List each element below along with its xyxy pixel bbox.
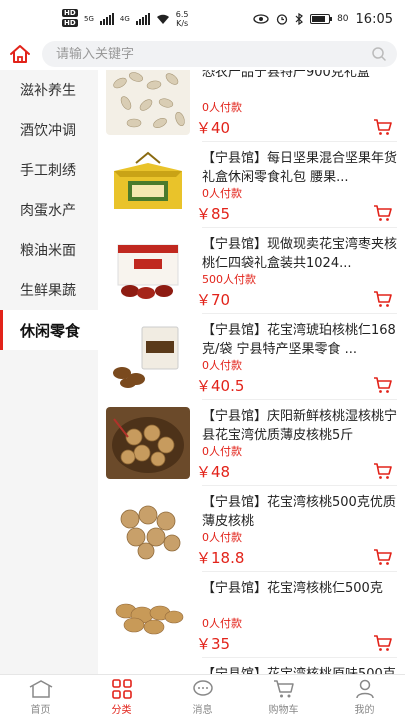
product-price: ￥85 — [196, 205, 231, 223]
main-area: 滋补养生 酒饮冲调 手工刺绣 肉蛋水产 粮油米面 生鲜果蔬 休闲零食 恐农产品宁… — [0, 70, 405, 674]
add-to-cart-icon[interactable] — [373, 376, 393, 394]
product-item[interactable]: 【宁县馆】花宝湾琥珀核桃仁168克/袋 宁县特产坚果零食 ... 0人付款 ￥4… — [98, 314, 405, 400]
product-title: 【宁县馆】花宝湾核桃500克优质薄皮核桃 — [202, 495, 396, 529]
product-image[interactable] — [106, 493, 190, 565]
product-image[interactable] — [106, 407, 190, 479]
network-type: 4G — [119, 15, 130, 23]
add-to-cart-icon[interactable] — [373, 204, 393, 222]
product-item[interactable]: 【宁县馆】花宝湾核桃500克优质薄皮核桃 0人付款 ￥18.8 — [98, 486, 405, 572]
category-item-active[interactable]: 休闲零食 — [0, 310, 98, 350]
category-item[interactable]: 肉蛋水产 — [0, 190, 98, 230]
search-row — [0, 38, 405, 70]
battery-icon — [310, 14, 333, 24]
search-icon[interactable] — [371, 46, 387, 62]
battery-level: 80 — [337, 14, 349, 24]
category-sidebar: 滋补养生 酒饮冲调 手工刺绣 肉蛋水产 粮油米面 生鲜果蔬 休闲零食 — [0, 70, 98, 674]
search-bar[interactable] — [42, 41, 397, 67]
category-item[interactable]: 粮油米面 — [0, 230, 98, 270]
cart-icon — [273, 680, 294, 698]
product-title: 【宁县馆】花宝湾核桃仁500克 — [202, 581, 383, 596]
tab-home[interactable]: 首页 — [0, 675, 81, 720]
bluetooth-icon — [295, 13, 304, 25]
product-image[interactable] — [106, 235, 190, 307]
category-item[interactable]: 滋补养生 — [0, 70, 98, 110]
product-item[interactable]: 恐农产品宁县特产900克礼盒 0人付款 ￥40 — [98, 70, 405, 142]
product-title: 【宁县馆】花宝湾琥珀核桃仁168克/袋 宁县特产坚果零食 ... — [202, 323, 396, 357]
product-list: 恐农产品宁县特产900克礼盒 0人付款 ￥40 【宁县馆】每日坚果混合坚果年货礼… — [98, 70, 405, 674]
hd-badge: HD — [62, 19, 78, 27]
tab-label: 首页 — [30, 705, 51, 716]
product-price: ￥40.5 — [196, 377, 245, 395]
product-sold-count: 0人付款 — [202, 101, 242, 114]
product-image[interactable] — [106, 149, 190, 221]
wifi-icon — [156, 14, 169, 24]
chat-bubble-icon — [192, 680, 213, 696]
home-icon — [29, 680, 52, 698]
product-price: ￥70 — [196, 291, 231, 309]
product-price: ￥35 — [196, 635, 231, 653]
tab-label: 分类 — [111, 705, 132, 716]
product-sold-count: 0人付款 — [202, 445, 242, 458]
tab-cart[interactable]: 购物车 — [243, 675, 324, 720]
product-sold-count: 0人付款 — [202, 531, 242, 544]
product-title: 【宁县馆】现做现卖花宝湾枣夹核桃仁四袋礼盒装共1024... — [202, 237, 397, 271]
tab-messages[interactable]: 消息 — [162, 675, 243, 720]
product-sold-count: 0人付款 — [202, 187, 242, 200]
network-speed: 6.5 K/s — [175, 10, 189, 28]
add-to-cart-icon[interactable] — [373, 634, 393, 652]
add-to-cart-icon[interactable] — [373, 462, 393, 480]
user-icon — [355, 679, 374, 699]
product-title: 【宁县馆】庆阳新鲜核桃湿核桃宁县花宝湾优质薄皮核桃5斤 — [202, 409, 397, 443]
signal-icon — [135, 13, 150, 25]
product-sold-count: 0人付款 — [202, 617, 242, 630]
tab-label: 我的 — [354, 705, 375, 716]
product-title: 【宁县馆】花宝湾核桃原味500克农家特产新货野生坚果零食 — [202, 665, 397, 674]
clock: 16:05 — [355, 11, 393, 27]
product-image[interactable] — [106, 579, 190, 651]
product-title: 恐农产品宁县特产900克礼盒 — [202, 70, 370, 80]
product-item[interactable]: 【宁县馆】庆阳新鲜核桃湿核桃宁县花宝湾优质薄皮核桃5斤 0人付款 ￥48 — [98, 400, 405, 486]
home-icon — [10, 45, 30, 63]
product-list-viewport[interactable]: 恐农产品宁县特产900克礼盒 0人付款 ￥40 【宁县馆】每日坚果混合坚果年货礼… — [98, 70, 405, 674]
product-sold-count: 0人付款 — [202, 359, 242, 372]
product-image[interactable] — [106, 70, 190, 135]
hd-indicators: HD HD — [62, 9, 78, 27]
hd-badge: HD — [62, 9, 78, 17]
tab-category[interactable]: 分类 — [81, 675, 162, 720]
bottom-tab-bar: 首页 分类 消息 购物车 我的 — [0, 674, 405, 720]
product-price: ￥18.8 — [196, 549, 245, 567]
category-item[interactable]: 酒饮冲调 — [0, 110, 98, 150]
category-item[interactable]: 手工刺绣 — [0, 150, 98, 190]
product-item[interactable]: 【宁县馆】每日坚果混合坚果年货礼盒休闲零食礼包 腰果... 0人付款 ￥85 — [98, 142, 405, 228]
grid-icon — [111, 679, 132, 699]
product-item[interactable]: 【宁县馆】现做现卖花宝湾枣夹核桃仁四袋礼盒装共1024... 500人付款 ￥7… — [98, 228, 405, 314]
network-type: 5G — [84, 15, 94, 23]
category-item[interactable]: 生鲜果蔬 — [0, 270, 98, 310]
product-price: ￥48 — [196, 463, 231, 481]
product-title: 【宁县馆】每日坚果混合坚果年货礼盒休闲零食礼包 腰果... — [202, 151, 397, 185]
battery-fill — [312, 16, 325, 22]
eye-icon — [253, 14, 269, 24]
add-to-cart-icon[interactable] — [373, 290, 393, 308]
tab-label: 消息 — [192, 705, 213, 716]
product-image[interactable] — [106, 321, 190, 393]
add-to-cart-icon[interactable] — [373, 548, 393, 566]
product-price: ￥40 — [196, 119, 231, 137]
product-item[interactable]: 【宁县馆】花宝湾核桃仁500克 0人付款 ￥35 — [98, 572, 405, 658]
signal-icon — [99, 13, 114, 25]
status-bar: HD HD 5G 4G 6.5 K/s 80 16:05 — [0, 0, 405, 38]
product-image[interactable] — [106, 665, 190, 674]
home-button[interactable] — [8, 42, 32, 66]
tab-label: 购物车 — [268, 705, 299, 716]
product-item[interactable]: 【宁县馆】花宝湾核桃原味500克农家特产新货野生坚果零食 — [98, 658, 405, 674]
tab-profile[interactable]: 我的 — [324, 675, 405, 720]
alarm-icon — [276, 14, 288, 25]
product-sold-count: 500人付款 — [202, 273, 256, 286]
search-input[interactable] — [56, 46, 336, 62]
add-to-cart-icon[interactable] — [373, 118, 393, 136]
